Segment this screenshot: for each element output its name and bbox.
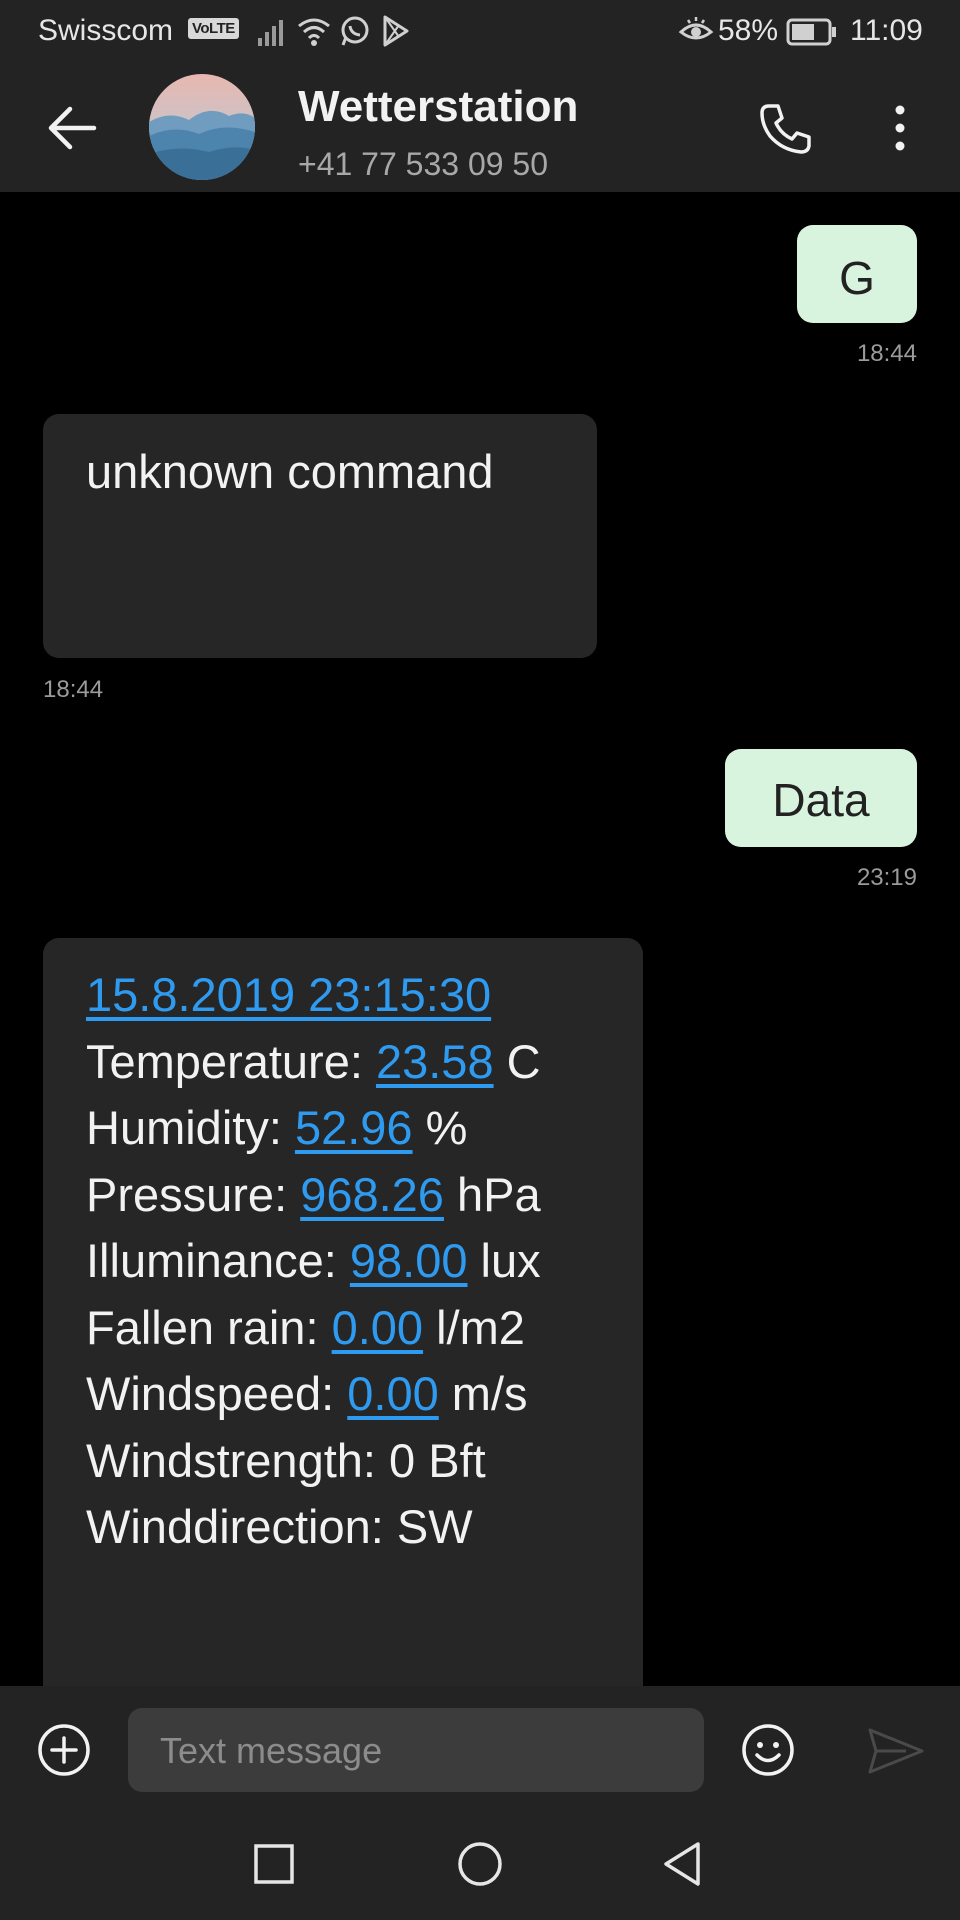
emoji-icon[interactable] <box>740 1722 796 1778</box>
data-value-link[interactable]: 968.26 <box>300 1168 444 1221</box>
message-timestamp: 23:19 <box>856 864 917 891</box>
data-line-fallen-rain: Fallen rain: 0.00 l/m2 <box>86 1295 541 1362</box>
data-label: Humidity: <box>86 1101 295 1154</box>
data-unit: % <box>412 1101 468 1154</box>
data-label: Pressure: <box>86 1167 301 1221</box>
data-line-pressure: Pressure: 968.26 hPa <box>86 1162 541 1229</box>
wifi-icon <box>298 18 330 46</box>
data-unit: l/m2 <box>423 1300 525 1354</box>
message-timestamp: 18:44 <box>856 340 917 367</box>
message-text: unknown command <box>86 445 494 498</box>
data-value-link[interactable]: 0.00 <box>347 1367 438 1420</box>
add-attachment-icon[interactable] <box>36 1722 92 1778</box>
volte-badge: VoLTE <box>188 18 239 39</box>
contact-avatar[interactable] <box>149 74 255 180</box>
contact-number: +41 77 533 09 50 <box>298 146 549 182</box>
system-navigation-bar <box>0 1808 960 1920</box>
outgoing-message[interactable]: Data <box>725 749 917 847</box>
eye-comfort-icon <box>678 17 714 40</box>
data-label: Fallen rain: <box>86 1300 332 1354</box>
message-input[interactable]: Text message <box>128 1708 704 1792</box>
data-value-link[interactable]: 0.00 <box>332 1301 423 1354</box>
clock: 11:09 <box>850 14 923 47</box>
data-line-humidity: Humidity: 52.96 % <box>86 1095 541 1162</box>
more-options-icon[interactable] <box>880 98 920 158</box>
play-store-icon <box>383 15 409 47</box>
carrier-name: Swisscom <box>38 14 174 47</box>
signal-icon <box>258 20 283 46</box>
outgoing-message[interactable]: G <box>797 225 917 323</box>
send-icon[interactable] <box>866 1726 926 1776</box>
data-line-illuminance: Illuminance: 98.00 lux <box>86 1228 541 1295</box>
incoming-message[interactable]: unknown command <box>43 414 597 658</box>
data-label: Windspeed: <box>86 1367 348 1420</box>
data-unit: m/s <box>438 1367 528 1420</box>
data-unit: lux <box>467 1234 541 1287</box>
contact-name[interactable]: Wetterstation <box>298 82 578 132</box>
conversation-header: Wetterstation +41 77 533 09 50 <box>0 64 960 192</box>
back-nav-icon[interactable] <box>656 1838 708 1890</box>
home-icon[interactable] <box>454 1838 506 1890</box>
weather-data-text: 15.8.2019 23:15:30 Temperature: 23.58 C … <box>86 962 541 1561</box>
data-unit: C <box>493 1034 541 1088</box>
data-line-windspeed: Windspeed: 0.00 m/s <box>86 1361 541 1428</box>
data-line-winddirection: Winddirection: SW <box>86 1500 473 1553</box>
battery-icon <box>786 18 836 46</box>
recent-apps-icon[interactable] <box>248 1838 300 1890</box>
data-line-windstrength: Windstrength: 0 Bft <box>86 1433 486 1487</box>
back-arrow-icon[interactable] <box>40 96 104 160</box>
message-text: Data <box>772 774 870 826</box>
status-bar: Swisscom VoLTE 58% 11:09 <box>0 0 960 64</box>
data-value-link[interactable]: 23.58 <box>376 1035 494 1088</box>
data-label: Temperature: <box>86 1034 376 1088</box>
data-line-temperature: Temperature: 23.58 C <box>86 1029 541 1096</box>
data-label: Illuminance: <box>86 1234 350 1287</box>
datetime-link[interactable]: 15.8.2019 23:15:30 <box>86 968 491 1021</box>
data-unit: hPa <box>443 1167 541 1221</box>
battery-percentage: 58% <box>718 14 779 47</box>
data-value-link[interactable]: 52.96 <box>295 1101 413 1154</box>
message-input-placeholder: Text message <box>160 1730 383 1771</box>
data-value-link[interactable]: 98.00 <box>350 1234 468 1287</box>
message-text: G <box>839 252 875 304</box>
message-timestamp: 18:44 <box>43 676 104 703</box>
data-datetime-line: 15.8.2019 23:15:30 <box>86 962 541 1029</box>
phone-call-icon[interactable] <box>756 98 816 158</box>
compose-bar: Text message <box>0 1686 960 1808</box>
whatsapp-icon <box>341 16 369 46</box>
